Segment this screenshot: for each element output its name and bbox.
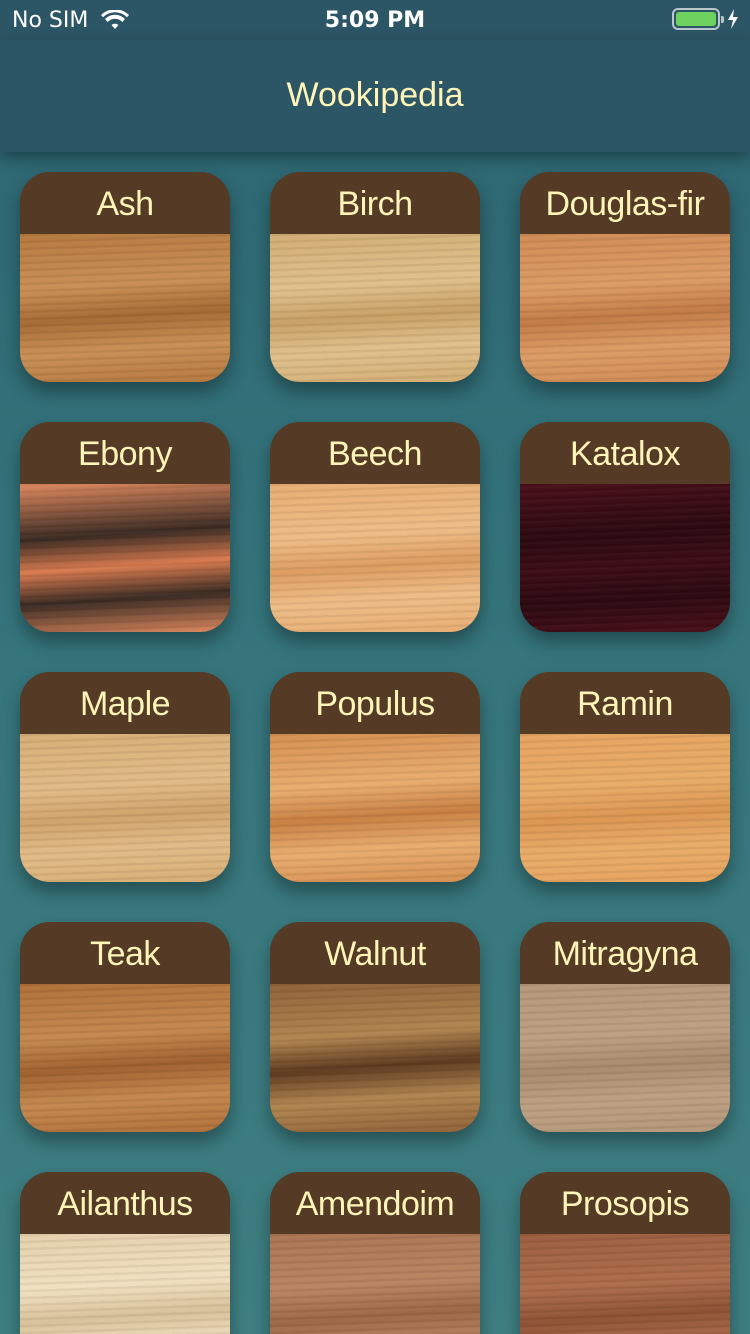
wood-card-title: Ash bbox=[20, 172, 230, 234]
wood-texture-swatch bbox=[270, 984, 480, 1132]
wood-card-katalox[interactable]: Katalox bbox=[520, 422, 730, 632]
wood-card-title: Ramin bbox=[520, 672, 730, 734]
wood-texture-swatch bbox=[20, 234, 230, 382]
wood-texture-swatch bbox=[20, 484, 230, 632]
wood-texture-swatch bbox=[520, 234, 730, 382]
status-right bbox=[672, 8, 740, 30]
status-time: 5:09 PM bbox=[324, 8, 426, 33]
wood-card-teak[interactable]: Teak bbox=[20, 922, 230, 1132]
wood-texture-swatch bbox=[520, 734, 730, 882]
wood-card-beech[interactable]: Beech bbox=[270, 422, 480, 632]
battery-icon bbox=[672, 8, 724, 30]
wood-grain-overlay bbox=[20, 484, 230, 632]
status-bar: No SIM 5:09 PM bbox=[0, 0, 750, 40]
wood-grain-overlay bbox=[270, 734, 480, 882]
wood-grain-overlay bbox=[20, 984, 230, 1132]
wood-card-title: Amendoim bbox=[270, 1172, 480, 1234]
wood-texture-swatch bbox=[20, 984, 230, 1132]
wood-texture-swatch bbox=[270, 484, 480, 632]
wood-grain-overlay bbox=[270, 984, 480, 1132]
wood-card-birch[interactable]: Birch bbox=[270, 172, 480, 382]
wood-texture-swatch bbox=[270, 734, 480, 882]
wood-card-title: Katalox bbox=[520, 422, 730, 484]
wood-card-title: Maple bbox=[20, 672, 230, 734]
wood-texture-swatch bbox=[270, 234, 480, 382]
wood-texture-swatch bbox=[20, 1234, 230, 1334]
wood-card-title: Mitragyna bbox=[520, 922, 730, 984]
battery-fill bbox=[676, 12, 716, 26]
wood-grain-overlay bbox=[20, 234, 230, 382]
wood-grain-overlay bbox=[270, 484, 480, 632]
wood-card-ash[interactable]: Ash bbox=[20, 172, 230, 382]
wood-grain-overlay bbox=[270, 1234, 480, 1334]
wood-grain-overlay bbox=[520, 984, 730, 1132]
charging-bolt-icon bbox=[728, 9, 738, 29]
wood-card-title: Birch bbox=[270, 172, 480, 234]
wood-grain-overlay bbox=[270, 234, 480, 382]
wood-card-title: Beech bbox=[270, 422, 480, 484]
wood-card-amendoim[interactable]: Amendoim bbox=[270, 1172, 480, 1334]
wood-grain-overlay bbox=[20, 734, 230, 882]
battery-nub bbox=[721, 16, 724, 23]
wood-texture-swatch bbox=[270, 1234, 480, 1334]
wood-grain-overlay bbox=[520, 734, 730, 882]
wood-card-maple[interactable]: Maple bbox=[20, 672, 230, 882]
wood-card-title: Teak bbox=[20, 922, 230, 984]
wood-card-ailanthus[interactable]: Ailanthus bbox=[20, 1172, 230, 1334]
wood-card-prosopis[interactable]: Prosopis bbox=[520, 1172, 730, 1334]
wood-texture-swatch bbox=[520, 1234, 730, 1334]
wood-card-populus[interactable]: Populus bbox=[270, 672, 480, 882]
wood-card-title: Prosopis bbox=[520, 1172, 730, 1234]
wood-texture-swatch bbox=[20, 734, 230, 882]
navigation-bar: Wookipedia bbox=[0, 40, 750, 152]
wood-card-ramin[interactable]: Ramin bbox=[520, 672, 730, 882]
wood-texture-swatch bbox=[520, 484, 730, 632]
page-title: Wookipedia bbox=[286, 76, 464, 114]
wood-card-mitragyna[interactable]: Mitragyna bbox=[520, 922, 730, 1132]
wood-texture-swatch bbox=[520, 984, 730, 1132]
wood-grain-overlay bbox=[20, 1234, 230, 1334]
wood-card-title: Populus bbox=[270, 672, 480, 734]
wood-grain-overlay bbox=[520, 1234, 730, 1334]
wood-grain-overlay bbox=[520, 234, 730, 382]
wood-card-title: Ebony bbox=[20, 422, 230, 484]
wood-card-walnut[interactable]: Walnut bbox=[270, 922, 480, 1132]
wood-card-title: Douglas-fir bbox=[520, 172, 730, 234]
wood-card-douglas-fir[interactable]: Douglas-fir bbox=[520, 172, 730, 382]
wood-grain-overlay bbox=[520, 484, 730, 632]
wood-card-ebony[interactable]: Ebony bbox=[20, 422, 230, 632]
wood-card-title: Walnut bbox=[270, 922, 480, 984]
wood-card-title: Ailanthus bbox=[20, 1172, 230, 1234]
